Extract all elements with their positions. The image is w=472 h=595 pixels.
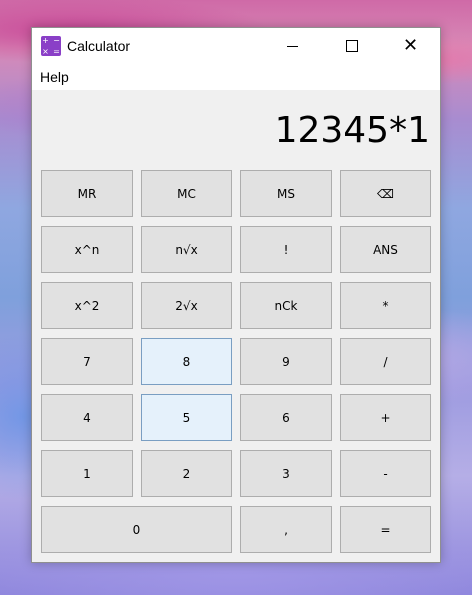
digit-1-button[interactable]: 1 xyxy=(41,450,133,497)
close-icon: ✕ xyxy=(402,35,419,56)
digit-8-button[interactable]: 8 xyxy=(141,338,232,385)
decimal-comma-button[interactable]: , xyxy=(240,506,332,553)
memory-recall-button[interactable]: MR xyxy=(41,170,133,217)
calculator-window: + − × = Calculator ✕ Help 12345*1 MR MC MS … xyxy=(31,27,441,563)
menu-bar: Help xyxy=(32,64,440,90)
multiply-button[interactable]: * xyxy=(340,282,431,329)
divide-button[interactable]: / xyxy=(340,338,431,385)
digit-0-button[interactable]: 0 xyxy=(41,506,232,553)
maximize-button[interactable] xyxy=(322,28,381,64)
factorial-button[interactable]: ! xyxy=(240,226,332,273)
menu-help[interactable]: Help xyxy=(40,69,69,85)
square-root-button[interactable]: 2√x xyxy=(141,282,232,329)
digit-7-button[interactable]: 7 xyxy=(41,338,133,385)
ans-button[interactable]: ANS xyxy=(340,226,431,273)
square-button[interactable]: x^2 xyxy=(41,282,133,329)
minus-button[interactable]: - xyxy=(340,450,431,497)
digit-3-button[interactable]: 3 xyxy=(240,450,332,497)
minimize-icon xyxy=(287,45,298,47)
digit-9-button[interactable]: 9 xyxy=(240,338,332,385)
window-controls: ✕ xyxy=(263,28,440,64)
maximize-icon xyxy=(345,40,358,52)
backspace-button[interactable]: ⌫ xyxy=(340,170,431,217)
power-button[interactable]: x^n xyxy=(41,226,133,273)
display-value: 12345*1 xyxy=(274,110,430,151)
calculator-app-icon: + − × = xyxy=(41,36,61,56)
minimize-button[interactable] xyxy=(263,28,322,64)
plus-button[interactable]: + xyxy=(340,394,431,441)
nth-root-button[interactable]: n√x xyxy=(141,226,232,273)
window-title: Calculator xyxy=(67,38,131,54)
display-panel: 12345*1 xyxy=(32,90,440,160)
title-bar: + − × = Calculator ✕ xyxy=(32,28,440,64)
close-button[interactable]: ✕ xyxy=(381,28,440,64)
digit-4-button[interactable]: 4 xyxy=(41,394,133,441)
memory-clear-button[interactable]: MC xyxy=(141,170,232,217)
combination-button[interactable]: nCk xyxy=(240,282,332,329)
memory-store-button[interactable]: MS xyxy=(240,170,332,217)
digit-5-button[interactable]: 5 xyxy=(141,394,232,441)
digit-2-button[interactable]: 2 xyxy=(141,450,232,497)
equals-button[interactable]: = xyxy=(340,506,431,553)
digit-6-button[interactable]: 6 xyxy=(240,394,332,441)
